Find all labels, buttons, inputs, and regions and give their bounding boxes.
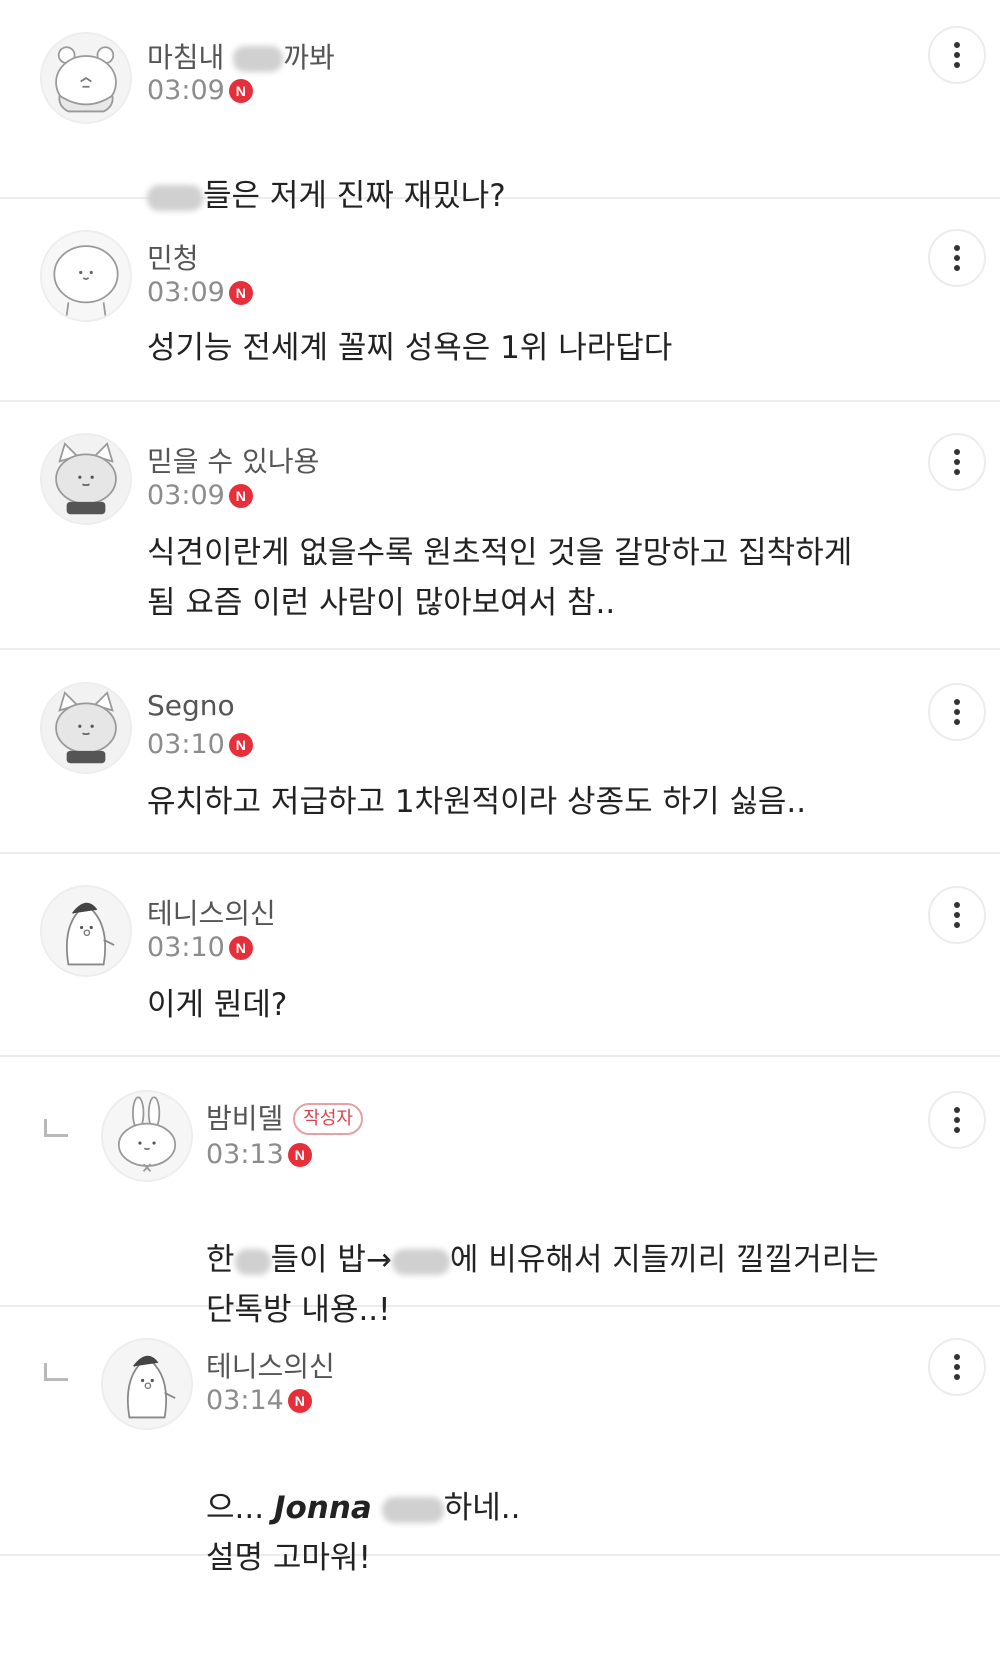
- more-dot-icon: [954, 922, 960, 928]
- comment-nickname[interactable]: 믿을 수 있나용: [147, 440, 319, 480]
- dog-avatar-icon: [42, 232, 130, 320]
- more-dot-icon: [954, 52, 960, 58]
- avatar[interactable]: [101, 1338, 193, 1430]
- more-dot-icon: [954, 469, 960, 475]
- comment-timestamp: 03:09 N: [147, 480, 253, 511]
- more-dot-icon: [954, 709, 960, 715]
- more-dot-icon: [954, 912, 960, 918]
- reply-item: 테니스의신 03:14 N 으... Jonna 하네.. 설명 고마워!: [0, 1307, 1000, 1576]
- comment-text: 이게 뭔데?: [147, 987, 288, 1023]
- more-dot-icon: [954, 699, 960, 705]
- more-dot-icon: [954, 1127, 960, 1133]
- more-dot-icon: [954, 1117, 960, 1123]
- reply-arrow-icon: [44, 1119, 68, 1137]
- author-badge: 작성자: [293, 1103, 363, 1135]
- new-badge: N: [228, 78, 253, 103]
- redacted-blur: [381, 1496, 444, 1523]
- more-options-button[interactable]: [928, 1338, 986, 1396]
- avatar[interactable]: [40, 682, 132, 774]
- comment-timestamp: 03:09 N: [147, 277, 253, 308]
- more-options-button[interactable]: [928, 26, 986, 84]
- more-dot-icon: [954, 245, 960, 251]
- more-dot-icon: [954, 255, 960, 261]
- comment-nickname[interactable]: 민청: [147, 237, 199, 277]
- bear-avatar-icon: [42, 34, 130, 122]
- new-badge: N: [287, 1388, 312, 1413]
- new-badge: N: [228, 935, 253, 960]
- more-options-button[interactable]: [928, 229, 986, 287]
- more-dot-icon: [954, 1107, 960, 1113]
- redacted-blur: [391, 1248, 450, 1275]
- more-dot-icon: [954, 265, 960, 271]
- penguin-avatar-icon: [103, 1340, 191, 1428]
- comment-nickname[interactable]: 테니스의신: [147, 892, 276, 932]
- comment-item: 테니스의신 03:10 N 이게 뭔데?: [0, 854, 1000, 1057]
- more-dot-icon: [954, 62, 960, 68]
- avatar[interactable]: [40, 433, 132, 525]
- reply-item: 밤비델 작성자 03:13 N 한 들이 밥→ 에 비유해서 지들끼리 낄낄거리는 단톡…: [0, 1057, 1000, 1328]
- avatar[interactable]: [40, 885, 132, 977]
- more-dot-icon: [954, 42, 960, 48]
- avatar[interactable]: [101, 1090, 193, 1182]
- more-dot-icon: [954, 449, 960, 455]
- reply-arrow-icon: [44, 1363, 68, 1381]
- penguin-avatar-icon: [42, 887, 130, 975]
- comment-item: 믿을 수 있나용 03:09 N 식견이란게 없을수록 원초적인 것을 갈망하고…: [0, 402, 1000, 650]
- new-badge: N: [228, 483, 253, 508]
- new-badge: N: [228, 732, 253, 757]
- comment-list: 마침내 까봐 03:09 N 들은 저게 진짜 재밌나? 민청 03:09 N …: [0, 0, 1000, 1576]
- comment-nickname[interactable]: 테니스의신: [206, 1345, 335, 1385]
- comment-timestamp: 03:09 N: [147, 75, 253, 106]
- more-options-button[interactable]: [928, 1091, 986, 1149]
- more-dot-icon: [954, 1354, 960, 1360]
- comment-nickname[interactable]: 마침내 까봐: [147, 36, 335, 76]
- new-badge: N: [287, 1142, 312, 1167]
- avatar[interactable]: [40, 32, 132, 124]
- more-dot-icon: [954, 902, 960, 908]
- comment-timestamp: 03:14 N: [206, 1385, 312, 1416]
- more-options-button[interactable]: [928, 683, 986, 741]
- comment-text: 유치하고 저급하고 1차원적이라 상종도 하기 싫음..: [147, 784, 807, 820]
- comment-text: 식견이란게 없을수록 원초적인 것을 갈망하고 집착하게 됨 요즘 이런 사람이…: [147, 535, 853, 621]
- cat-avatar-icon: [42, 435, 130, 523]
- more-dot-icon: [954, 1364, 960, 1370]
- comment-text: 으... Jonna 하네.. 설명 고마워!: [206, 1490, 521, 1576]
- comment-item: 마침내 까봐 03:09 N 들은 저게 진짜 재밌나?: [0, 0, 1000, 214]
- comment-timestamp: 03:13 N: [206, 1139, 312, 1170]
- comment-item: Segno 03:10 N 유치하고 저급하고 1차원적이라 상종도 하기 싫음…: [0, 650, 1000, 854]
- comment-timestamp: 03:10 N: [147, 932, 253, 963]
- redacted-blur: [233, 46, 284, 72]
- comment-timestamp: 03:10 N: [147, 729, 253, 760]
- comment-item: 민청 03:09 N 성기능 전세계 꼴찌 성욕은 1위 나라답다: [0, 199, 1000, 402]
- more-dot-icon: [954, 719, 960, 725]
- more-dot-icon: [954, 459, 960, 465]
- comment-text: 성기능 전세계 꼴찌 성욕은 1위 나라답다: [147, 330, 673, 366]
- comment-nickname[interactable]: 밤비델 작성자: [206, 1097, 363, 1137]
- more-options-button[interactable]: [928, 886, 986, 944]
- new-badge: N: [228, 280, 253, 305]
- more-options-button[interactable]: [928, 433, 986, 491]
- redacted-blur: [234, 1248, 271, 1275]
- rabbit-avatar-icon: [103, 1092, 191, 1180]
- avatar[interactable]: [40, 230, 132, 322]
- comment-nickname[interactable]: Segno: [147, 689, 235, 722]
- cat-avatar-icon: [42, 684, 130, 772]
- more-dot-icon: [954, 1374, 960, 1380]
